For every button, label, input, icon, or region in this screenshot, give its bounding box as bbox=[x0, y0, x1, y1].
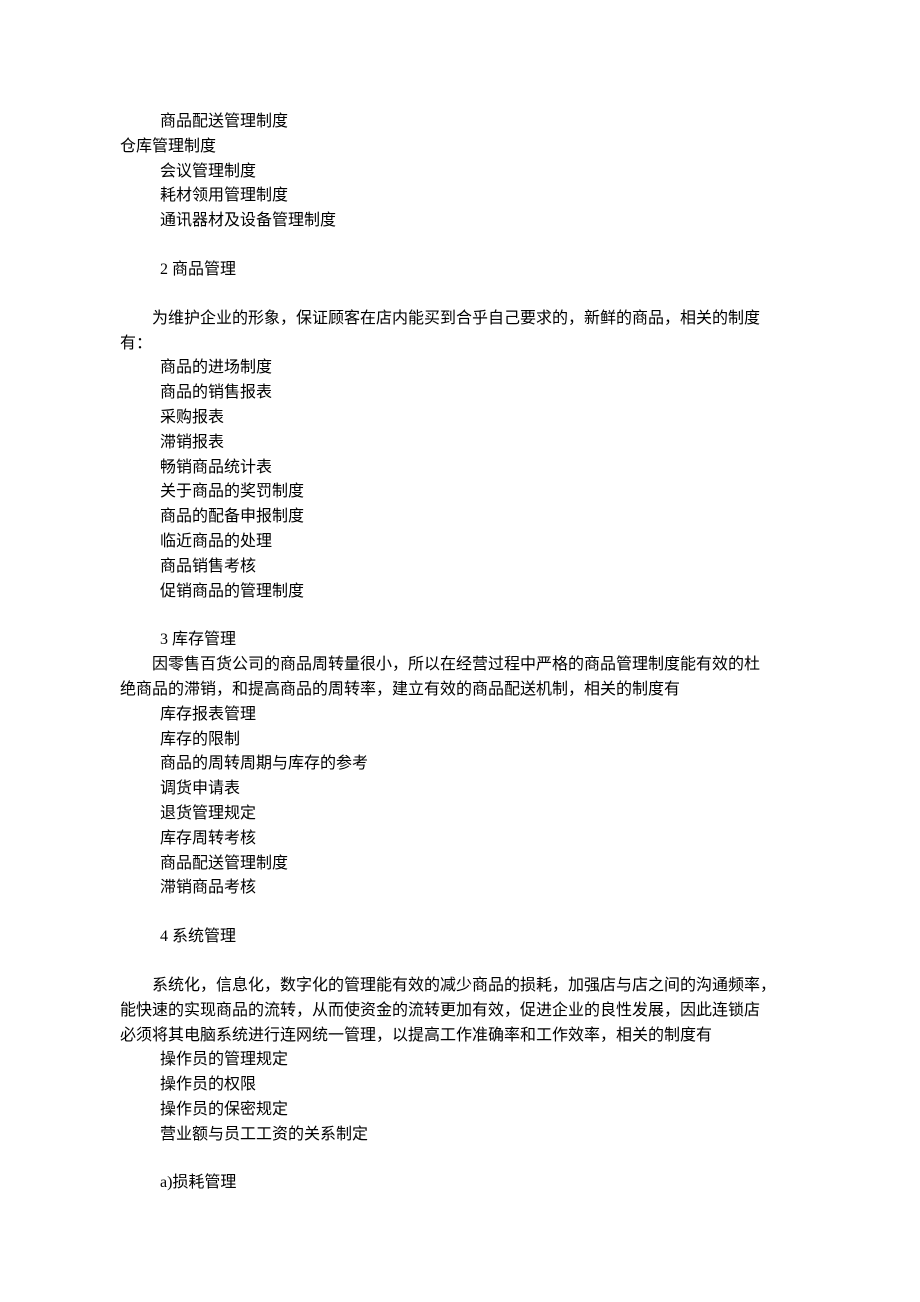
list-item: 商品的配备申报制度 bbox=[120, 505, 800, 530]
list-item: 操作员的管理规定 bbox=[120, 1048, 800, 1073]
list-item: 会议管理制度 bbox=[120, 160, 800, 185]
list-item: 库存的限制 bbox=[120, 728, 800, 753]
list-item: 营业额与员工工资的关系制定 bbox=[120, 1123, 800, 1148]
list-item: 通讯器材及设备管理制度 bbox=[120, 209, 800, 234]
section-heading-4: 4 系统管理 bbox=[120, 925, 800, 950]
spacer bbox=[120, 604, 800, 628]
list-item: 促销商品的管理制度 bbox=[120, 580, 800, 605]
list-item: 商品的销售报表 bbox=[120, 381, 800, 406]
list-item: 采购报表 bbox=[120, 406, 800, 431]
list-item: 商品销售考核 bbox=[120, 555, 800, 580]
para-line: 系统化，信息化，数字化的管理能有效的减少商品的损耗，加强店与店之间的沟通频率， bbox=[120, 974, 776, 999]
spacer bbox=[120, 283, 800, 307]
list-item: 操作员的权限 bbox=[120, 1073, 800, 1098]
spacer bbox=[120, 950, 800, 974]
list-item: 临近商品的处理 bbox=[120, 530, 800, 555]
paragraph: 因零售百货公司的商品周转量很小，所以在经营过程中严格的商品管理制度能有效的杜 bbox=[120, 653, 800, 678]
para-line: 因零售百货公司的商品周转量很小，所以在经营过程中严格的商品管理制度能有效的杜 bbox=[120, 653, 760, 678]
list-item: 商品的周转周期与库存的参考 bbox=[120, 752, 800, 777]
para-line: 绝商品的滞销，和提高商品的周转率，建立有效的商品配送机制，相关的制度有 bbox=[120, 678, 800, 703]
section-heading-2: 2 商品管理 bbox=[120, 258, 800, 283]
list-item: 耗材领用管理制度 bbox=[120, 184, 800, 209]
document-page: 商品配送管理制度 仓库管理制度 会议管理制度 耗材领用管理制度 通讯器材及设备管… bbox=[0, 0, 920, 1256]
list-item: 商品的进场制度 bbox=[120, 356, 800, 381]
list-item: 商品配送管理制度 bbox=[120, 110, 800, 135]
spacer bbox=[120, 234, 800, 258]
section-heading-a: a)损耗管理 bbox=[120, 1171, 800, 1196]
paragraph: 为维护企业的形象，保证顾客在店内能买到合乎自己要求的，新鲜的商品，相关的制度 bbox=[120, 307, 800, 332]
list-item: 库存报表管理 bbox=[120, 703, 800, 728]
list-item: 畅销商品统计表 bbox=[120, 456, 800, 481]
para-line: 为维护企业的形象，保证顾客在店内能买到合乎自己要求的，新鲜的商品，相关的制度 bbox=[120, 307, 760, 332]
list-item: 滞销商品考核 bbox=[120, 876, 800, 901]
para-line: 能快速的实现商品的流转，从而使资金的流转更加有效，促进企业的良性发展，因此连锁店 bbox=[120, 999, 800, 1024]
spacer bbox=[120, 1147, 800, 1171]
spacer bbox=[120, 901, 800, 925]
section-heading-3: 3 库存管理 bbox=[120, 628, 800, 653]
paragraph: 系统化，信息化，数字化的管理能有效的减少商品的损耗，加强店与店之间的沟通频率， bbox=[120, 974, 800, 999]
list-item: 调货申请表 bbox=[120, 777, 800, 802]
para-line: 必须将其电脑系统进行连网统一管理，以提高工作准确率和工作效率，相关的制度有 bbox=[120, 1024, 800, 1049]
list-item: 商品配送管理制度 bbox=[120, 852, 800, 877]
list-item: 关于商品的奖罚制度 bbox=[120, 480, 800, 505]
heading-warehouse: 仓库管理制度 bbox=[120, 135, 800, 160]
list-item: 库存周转考核 bbox=[120, 827, 800, 852]
list-item: 滞销报表 bbox=[120, 431, 800, 456]
para-line: 有： bbox=[120, 332, 800, 357]
list-item: 操作员的保密规定 bbox=[120, 1098, 800, 1123]
list-item: 退货管理规定 bbox=[120, 802, 800, 827]
